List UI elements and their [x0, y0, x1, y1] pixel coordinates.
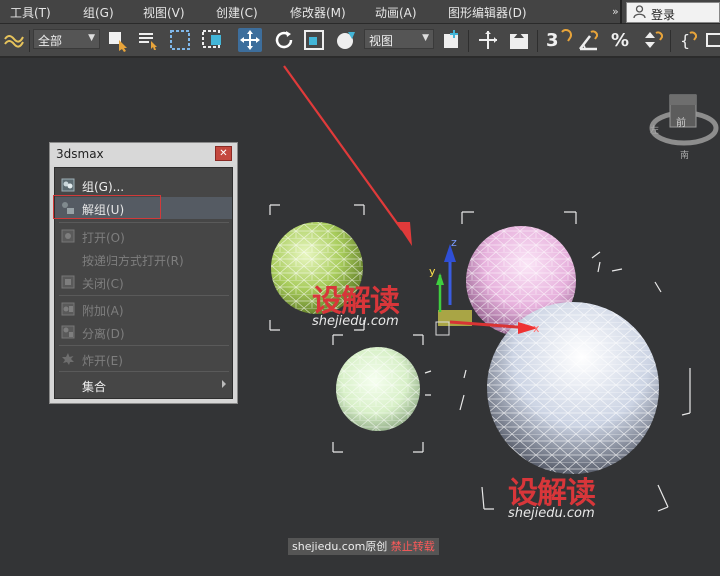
menu-separator [620, 0, 622, 24]
menu-graph-editors[interactable]: 图形编辑器(D) [448, 4, 527, 21]
highlight-annotation-box [53, 195, 161, 219]
menu-group[interactable]: 组(G) [83, 4, 114, 21]
menu-separator [59, 371, 229, 372]
menu-overflow-chevron[interactable]: » [612, 5, 619, 18]
user-icon [633, 5, 646, 22]
gizmo-x-label: x [533, 322, 540, 335]
menu-tools[interactable]: 工具(T) [10, 4, 51, 21]
menu-item-assembly[interactable]: 集合 [55, 374, 232, 396]
dialog-titlebar[interactable]: 3dsmax ✕ [50, 143, 237, 165]
reference-coordinate-dropdown[interactable]: 视图 ▼ [364, 29, 434, 49]
select-place-icon[interactable] [334, 28, 358, 52]
menu-separator [59, 222, 229, 223]
menu-item-group[interactable]: 组(G)... [55, 174, 232, 196]
link-icon[interactable] [2, 28, 26, 52]
window-crossing-icon[interactable] [200, 28, 224, 52]
viewcube[interactable]: 前 左 南 [649, 94, 719, 161]
select-by-name-icon[interactable] [136, 28, 160, 52]
menu-item-label: 炸开(E) [82, 354, 123, 368]
light-green-sphere[interactable] [332, 334, 432, 453]
copyright-site: shejiedu.com原创 [292, 540, 388, 553]
menu-create[interactable]: 创建(C) [216, 4, 258, 21]
menu-item-open-recursively[interactable]: 按递归方式打开(R) [55, 248, 232, 270]
attach-icon [61, 302, 75, 316]
named-selection-icon[interactable]: { [678, 28, 702, 52]
selection-filter-value: 全部 [38, 34, 63, 48]
menu-item-label: 按递归方式打开(R) [82, 254, 184, 268]
watermark: 设解读 shejiedu.com [508, 468, 596, 521]
move-icon[interactable] [238, 28, 262, 52]
gizmo-y-label: y [429, 265, 436, 278]
keyboard-shortcut-icon[interactable] [507, 28, 531, 52]
menu-item-label: 组(G)... [82, 180, 125, 194]
toolbar-separator [670, 30, 671, 52]
menu-item-close[interactable]: 关闭(C) [55, 271, 232, 293]
chevron-down-icon: ▼ [422, 33, 429, 43]
toolbar-separator [29, 30, 30, 52]
login-label: 登录 [651, 8, 676, 22]
detach-icon [61, 325, 75, 339]
dialog-title: 3dsmax [56, 147, 104, 161]
menu-separator [59, 345, 229, 346]
toolbar-separator [537, 30, 538, 52]
chevron-down-icon: ▼ [88, 33, 95, 43]
scale-icon[interactable] [302, 28, 326, 52]
menu-animation[interactable]: 动画(A) [375, 4, 417, 21]
close-icon[interactable]: ✕ [215, 146, 232, 161]
pivot-center-icon[interactable] [440, 28, 464, 52]
menu-item-label: 集合 [82, 380, 107, 394]
copyright-tag: shejiedu.com原创 禁止转载 [288, 538, 439, 555]
menu-item-attach[interactable]: 附加(A) [55, 298, 232, 320]
select-object-icon[interactable] [106, 28, 130, 52]
viewcube-left-label: 左 [650, 124, 659, 136]
svg-text:{: { [680, 31, 690, 50]
menu-item-label: 打开(O) [82, 231, 125, 245]
login-button[interactable]: 登录 [626, 2, 720, 23]
open-group-icon [61, 229, 75, 243]
rectangular-selection-icon[interactable] [168, 28, 192, 52]
select-manipulate-icon[interactable] [476, 28, 500, 52]
quad-menu-dialog: 3dsmax ✕ 组(G)... 解组(U) 打开(O) 按递归方式打开(R) [49, 142, 238, 404]
annotation-arrow [283, 65, 412, 246]
menu-item-open[interactable]: 打开(O) [55, 225, 232, 247]
watermark-url: shejiedu.com [312, 314, 399, 329]
close-group-icon [61, 275, 75, 289]
angle-snap-icon[interactable] [577, 28, 601, 52]
menu-modifiers[interactable]: 修改器(M) [290, 4, 346, 21]
menu-item-label: 分离(D) [82, 327, 125, 341]
edit-named-selection-icon[interactable] [704, 28, 720, 52]
selection-filter-dropdown[interactable]: 全部 ▼ [33, 29, 100, 49]
toolbar-separator [468, 30, 469, 52]
viewcube-south-label: 南 [680, 149, 689, 161]
menu-views[interactable]: 视图(V) [143, 4, 185, 21]
percent-snap-toggle[interactable]: % [611, 30, 629, 51]
main-toolbar: 全部 ▼ 视图 ▼ 3 % { [0, 24, 720, 58]
watermark: 设解读 shejiedu.com [312, 276, 400, 329]
explode-icon [61, 352, 75, 366]
group-icon [61, 178, 75, 192]
copyright-notice: 禁止转载 [390, 540, 435, 553]
rotate-icon[interactable] [272, 28, 296, 52]
spinner-snap-icon[interactable] [641, 28, 665, 52]
submenu-arrow-icon [222, 380, 226, 388]
menu-separator [59, 295, 229, 296]
menu-item-explode[interactable]: 炸开(E) [55, 348, 232, 370]
gizmo-z-label: z [451, 236, 457, 249]
menu-item-label: 关闭(C) [82, 277, 124, 291]
menu-bar: 工具(T) 组(G) 视图(V) 创建(C) 修改器(M) 动画(A) 图形编辑… [0, 0, 720, 24]
viewcube-front-label: 前 [676, 116, 686, 129]
reference-coordinate-value: 视图 [369, 34, 394, 48]
watermark-url: shejiedu.com [508, 506, 595, 521]
menu-item-detach[interactable]: 分离(D) [55, 321, 232, 343]
menu-item-label: 附加(A) [82, 304, 124, 318]
